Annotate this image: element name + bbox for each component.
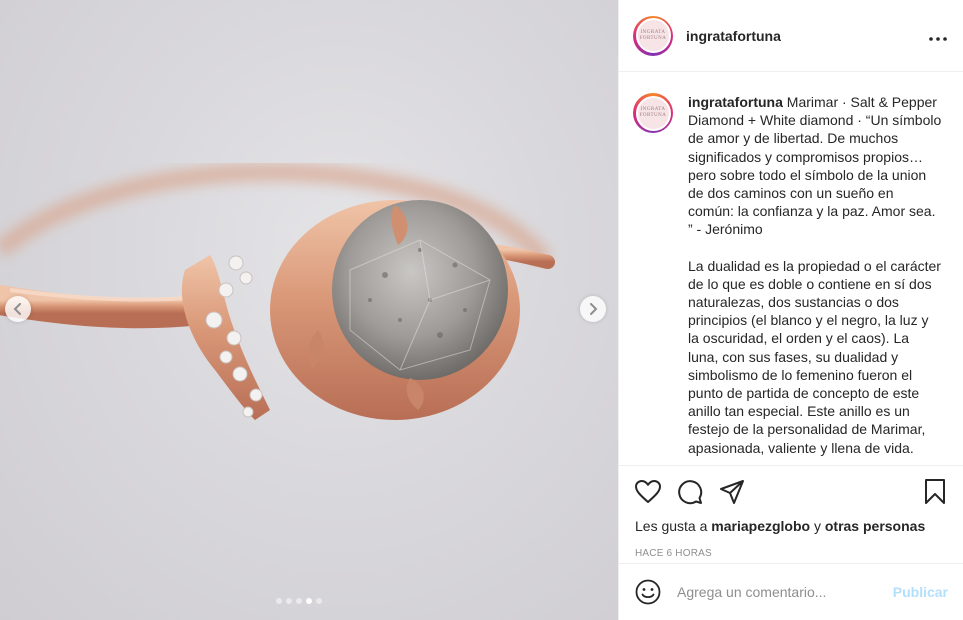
caption-text: ingratafortuna Marimar · Salt & Pepper D… <box>688 93 943 465</box>
comment-bubble-icon <box>678 480 703 505</box>
emoji-button[interactable] <box>635 579 661 605</box>
post-side-panel: INGRATA FORTUNA ingratafortuna INGRATA F… <box>618 0 963 620</box>
carousel-dot <box>316 598 322 604</box>
comment-form: Publicar <box>619 563 963 620</box>
caption: INGRATA FORTUNA ingratafortuna Marimar ·… <box>633 93 948 465</box>
post-timestamp[interactable]: HACE 6 HORAS <box>619 540 963 559</box>
chevron-right-icon <box>590 303 598 315</box>
like-button[interactable] <box>635 479 661 505</box>
avatar-logo: INGRATA FORTUNA <box>635 95 671 131</box>
carousel-dot <box>296 598 302 604</box>
share-button[interactable] <box>719 479 745 505</box>
paper-plane-icon <box>720 480 744 504</box>
action-icons <box>619 466 963 518</box>
heart-icon <box>635 480 661 503</box>
comments-section[interactable]: INGRATA FORTUNA ingratafortuna Marimar ·… <box>619 73 963 465</box>
avatar-logo: INGRATA FORTUNA <box>635 18 671 53</box>
carousel-dot-active <box>306 598 312 604</box>
carousel-prev-button[interactable] <box>5 296 31 322</box>
caption-username[interactable]: ingratafortuna <box>688 94 783 110</box>
post-username[interactable]: ingratafortuna <box>686 28 781 44</box>
carousel-dot <box>276 598 282 604</box>
bookmark-icon <box>925 479 945 504</box>
more-options-button[interactable] <box>929 25 947 46</box>
caption-paragraph-1: Marimar · Salt & Pepper Diamond + White … <box>688 94 942 238</box>
post-header: INGRATA FORTUNA ingratafortuna <box>619 0 963 72</box>
post-photo[interactable] <box>0 0 618 620</box>
publish-button[interactable]: Publicar <box>893 584 948 600</box>
save-button[interactable] <box>922 479 948 505</box>
likes-connector: y <box>813 518 821 534</box>
ring-photo <box>0 163 555 420</box>
more-horizontal-icon <box>929 37 947 41</box>
carousel-indicator <box>276 598 322 604</box>
likes-prefix: Les gusta a <box>635 518 708 534</box>
likes-others-link[interactable]: otras personas <box>825 518 925 534</box>
chevron-left-icon <box>13 303 21 315</box>
avatar-text-bottom: FORTUNA <box>639 35 667 41</box>
post-actions: Les gusta a mariapezglobo y otras person… <box>619 465 963 559</box>
comment-input[interactable] <box>677 584 893 600</box>
carousel-dot <box>286 598 292 604</box>
avatar-text-bottom: FORTUNA <box>639 113 667 118</box>
caption-paragraph-2: La dualidad es la propiedad o el carácte… <box>688 257 941 456</box>
carousel-next-button[interactable] <box>580 296 606 322</box>
smiley-icon <box>635 579 661 605</box>
comment-button[interactable] <box>677 479 703 505</box>
avatar[interactable]: INGRATA FORTUNA <box>633 15 673 56</box>
likes-summary: Les gusta a mariapezglobo y otras person… <box>619 518 963 540</box>
caption-avatar[interactable]: INGRATA FORTUNA <box>633 93 673 133</box>
likes-user-link[interactable]: mariapezglobo <box>711 518 810 534</box>
